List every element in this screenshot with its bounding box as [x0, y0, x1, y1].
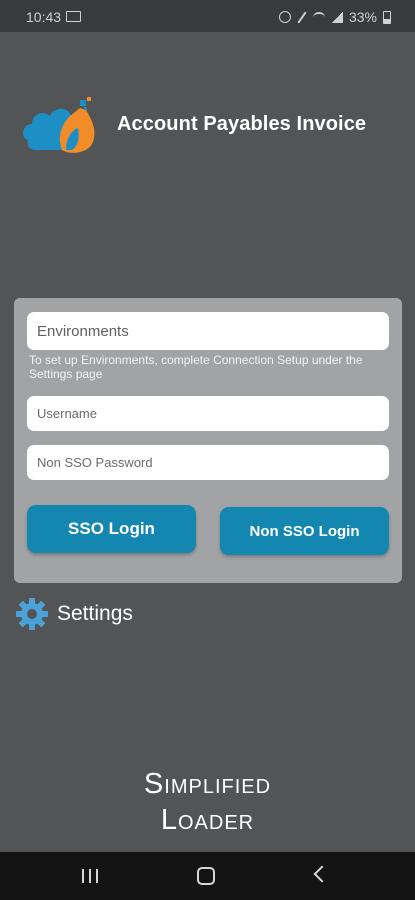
username-input[interactable]: Username: [27, 396, 389, 431]
mute-icon: [297, 12, 307, 22]
system-nav-bar: [0, 852, 415, 900]
brand-line-1: Simplified: [143, 768, 272, 800]
sso-login-button[interactable]: SSO Login: [27, 505, 196, 553]
alarm-icon: [278, 11, 291, 23]
recents-icon[interactable]: [82, 869, 98, 883]
app-title: Account Payables Invoice: [117, 113, 367, 135]
password-input[interactable]: Non SSO Password: [27, 445, 389, 480]
back-icon[interactable]: [313, 865, 331, 883]
login-card: Environments To set up Environments, com…: [14, 298, 402, 583]
password-placeholder: Non SSO Password: [37, 455, 153, 470]
non-sso-login-button[interactable]: Non SSO Login: [220, 507, 389, 555]
environments-dropdown[interactable]: Environments: [27, 312, 389, 350]
status-icons: 33%: [278, 9, 391, 25]
app-logo-icon: [23, 97, 95, 153]
username-placeholder: Username: [37, 406, 97, 421]
environments-label: Environments: [37, 322, 129, 340]
home-icon[interactable]: [197, 867, 215, 885]
screen-icon: [66, 11, 81, 22]
app-header: Account Payables Invoice: [22, 94, 402, 154]
wifi-icon: [312, 11, 325, 23]
status-time: 10:43: [26, 9, 62, 25]
brand-line-2: Loader: [160, 804, 255, 836]
gear-icon: [16, 598, 48, 630]
settings-link[interactable]: Settings: [15, 597, 133, 631]
signal-icon: [330, 11, 343, 23]
battery-percent: 33%: [348, 9, 377, 25]
settings-label: Settings: [57, 602, 133, 625]
environments-hint: To set up Environments, complete Connect…: [29, 353, 363, 381]
status-bar: 10:43 33%: [0, 0, 415, 32]
battery-icon: [383, 10, 391, 24]
